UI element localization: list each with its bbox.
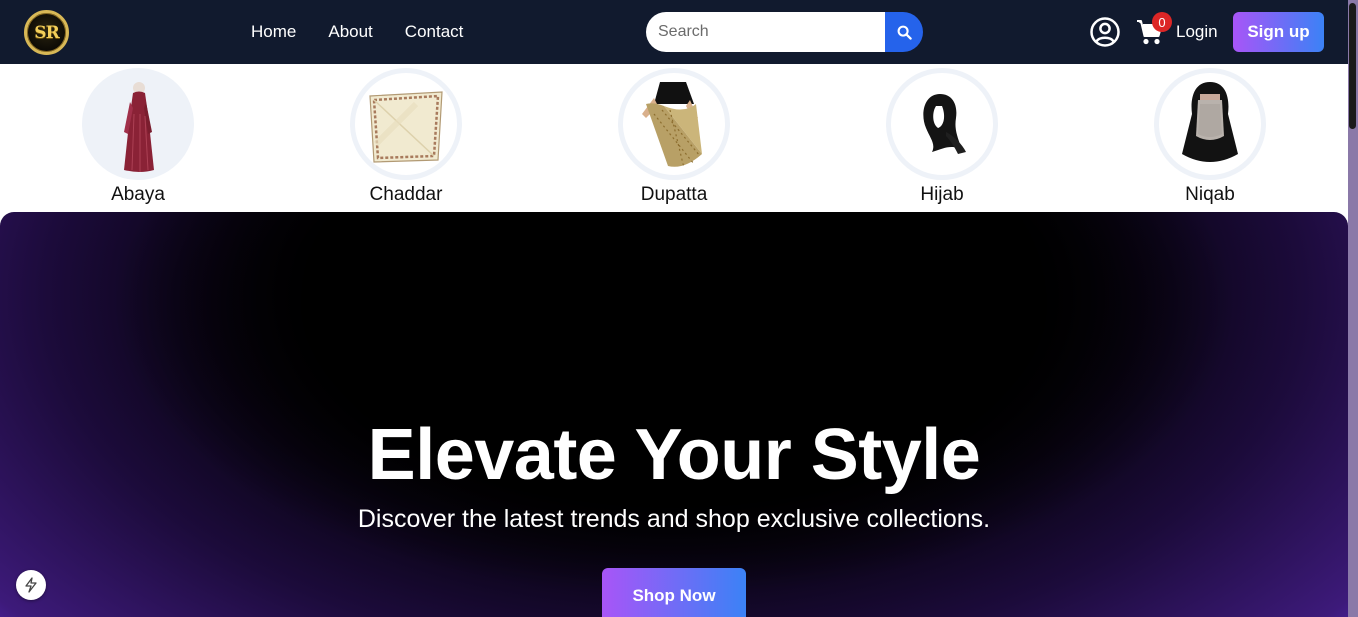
category-label: Abaya xyxy=(111,184,165,205)
signup-button[interactable]: Sign up xyxy=(1233,12,1324,52)
nav-link-contact[interactable]: Contact xyxy=(405,22,464,42)
category-hijab[interactable]: Hijab xyxy=(862,68,1022,206)
user-circle-icon[interactable] xyxy=(1089,16,1121,48)
chaddar-image xyxy=(369,91,443,163)
category-chaddar[interactable]: Chaddar xyxy=(326,68,486,206)
search-input[interactable] xyxy=(646,12,885,52)
search-button[interactable] xyxy=(885,12,923,52)
category-abaya[interactable]: Abaya xyxy=(58,68,218,206)
dupatta-image xyxy=(642,82,702,169)
abaya-image xyxy=(124,82,154,172)
nav-link-home[interactable]: Home xyxy=(251,22,296,42)
lightning-icon xyxy=(25,577,37,593)
niqab-image xyxy=(1182,82,1238,162)
dev-tools-button[interactable] xyxy=(16,570,46,600)
brand-logo[interactable]: SR xyxy=(24,10,69,55)
category-image xyxy=(82,68,194,180)
scrollbar-thumb[interactable] xyxy=(1349,3,1356,129)
page: SR Home About Contact 0 xyxy=(0,0,1358,617)
category-image xyxy=(618,68,730,180)
navbar: SR Home About Contact 0 xyxy=(0,0,1348,64)
login-link[interactable]: Login xyxy=(1176,22,1218,42)
category-image xyxy=(350,68,462,180)
hijab-image xyxy=(923,94,966,154)
search-icon xyxy=(897,25,912,40)
cart-count-badge: 0 xyxy=(1152,12,1172,32)
shop-now-button[interactable]: Shop Now xyxy=(602,568,746,617)
search-bar xyxy=(646,12,923,52)
category-label: Chaddar xyxy=(369,184,443,205)
hero-banner: Elevate Your Style Discover the latest t… xyxy=(0,212,1348,617)
category-niqab[interactable]: Niqab xyxy=(1130,68,1290,206)
category-label: Hijab xyxy=(920,184,964,205)
category-image xyxy=(1154,68,1266,180)
nav-links: Home About Contact xyxy=(251,0,463,64)
logo-text: SR xyxy=(34,22,59,43)
hero-title: Elevate Your Style xyxy=(367,415,981,495)
category-image xyxy=(886,68,998,180)
nav-link-about[interactable]: About xyxy=(328,22,372,42)
category-label: Dupatta xyxy=(640,184,708,205)
category-dupatta[interactable]: Dupatta xyxy=(594,68,754,206)
category-strip: Abaya Chaddar Dupatta Hijab Niqab xyxy=(0,64,1348,212)
category-label: Niqab xyxy=(1185,184,1235,205)
hero-subtitle: Discover the latest trends and shop excl… xyxy=(357,505,991,533)
